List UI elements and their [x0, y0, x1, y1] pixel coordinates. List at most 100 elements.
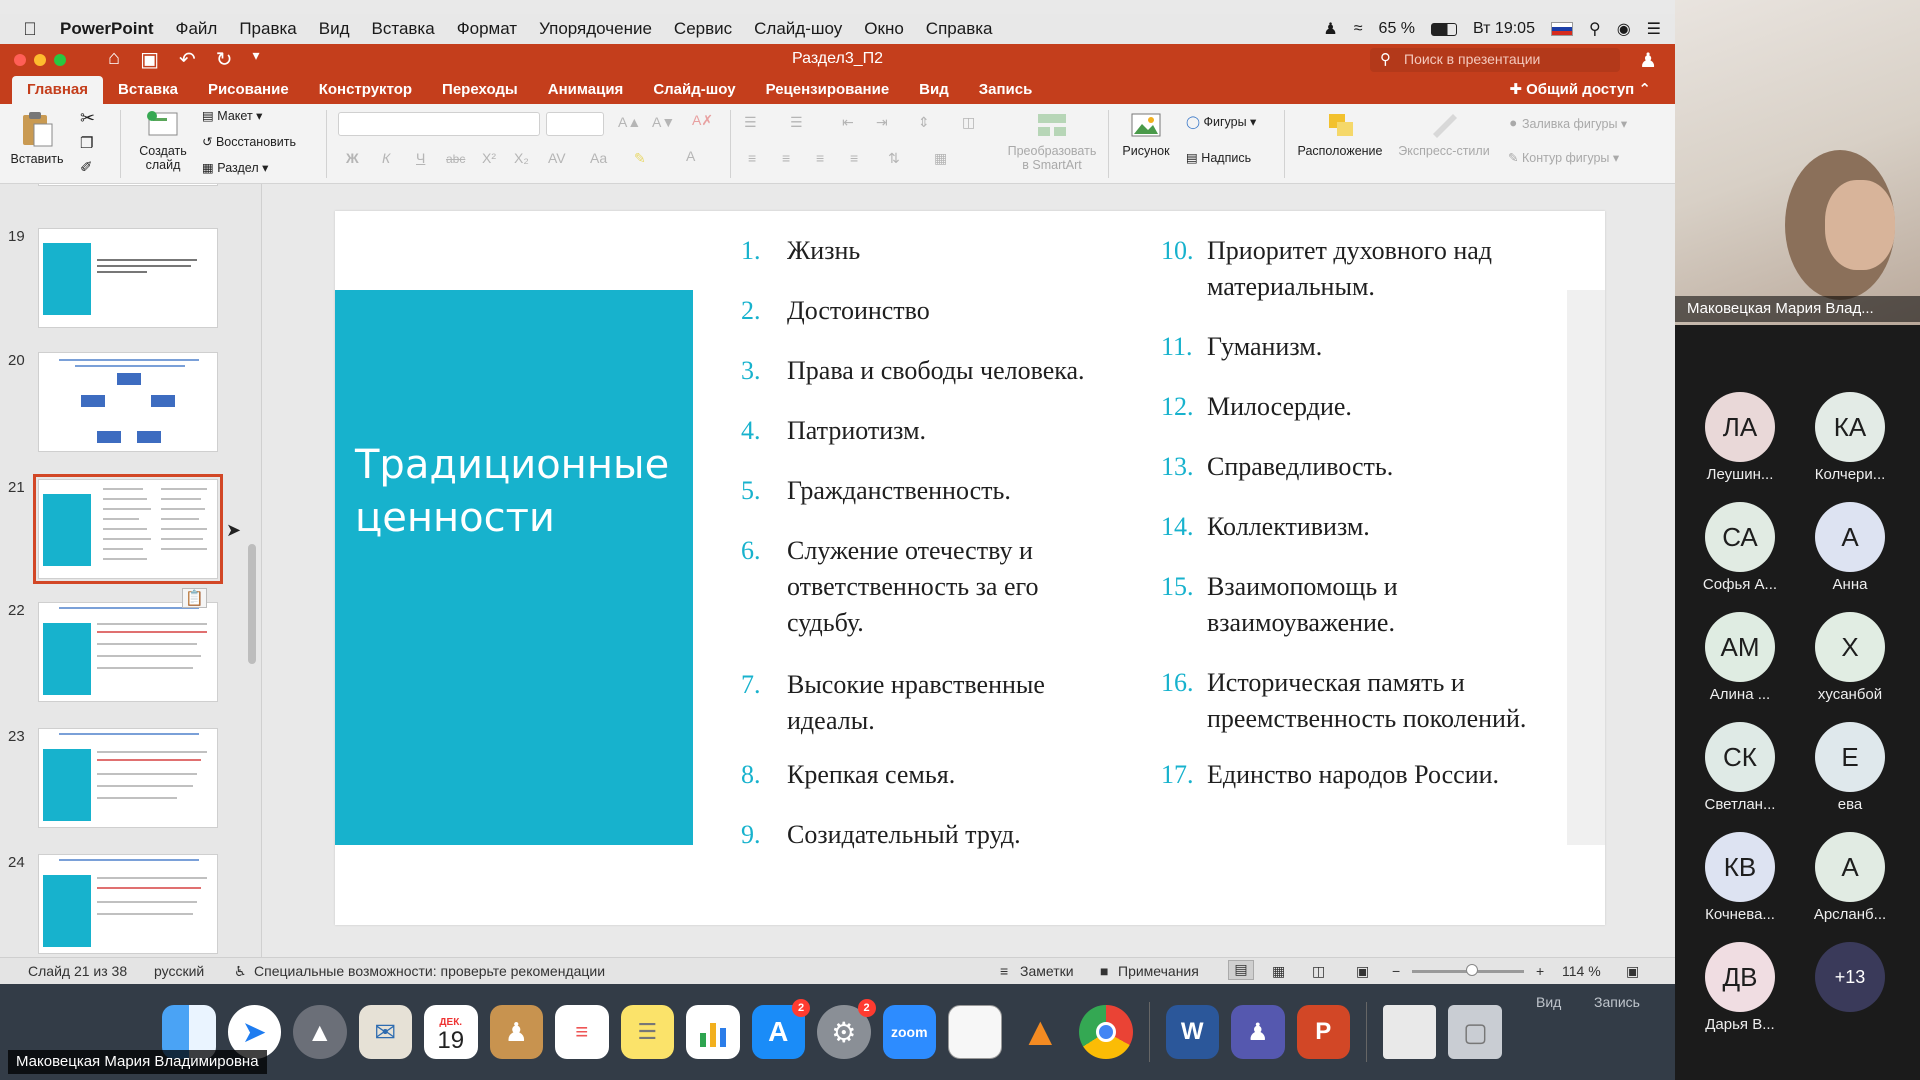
spotlight-search-icon[interactable]: ⚲: [1589, 19, 1601, 39]
menu-insert[interactable]: Вставка: [372, 19, 435, 39]
participant-tile[interactable]: КВ Кочнева...: [1685, 832, 1795, 923]
shape-outline-button[interactable]: ✎ Контур фигуры ▾: [1508, 150, 1619, 165]
tab-animations[interactable]: Анимация: [533, 81, 639, 104]
zoom-in-button[interactable]: +: [1536, 963, 1544, 979]
slide-counter[interactable]: Слайд 21 из 38: [28, 963, 127, 979]
clock[interactable]: Вт 19:05: [1473, 20, 1535, 38]
accessibility-icon[interactable]: ♿: [234, 963, 247, 980]
chrome-icon[interactable]: [1079, 1005, 1133, 1059]
bold-icon[interactable]: Ж: [346, 150, 359, 166]
tab-record[interactable]: Запись: [964, 81, 1048, 104]
menu-tools[interactable]: Сервис: [674, 19, 732, 39]
powerpoint-icon[interactable]: P: [1296, 1005, 1350, 1059]
word-icon[interactable]: W: [1165, 1005, 1219, 1059]
slide-title[interactable]: Традиционные ценности: [355, 439, 685, 545]
accessibility-status[interactable]: Специальные возможности: проверьте реком…: [254, 963, 605, 979]
font-size-select[interactable]: [546, 112, 604, 136]
thumbnail-scrollbar[interactable]: [248, 544, 256, 664]
paste-button[interactable]: Вставить: [8, 110, 66, 166]
picture-button[interactable]: Рисунок: [1118, 110, 1174, 158]
siri-icon[interactable]: ◉: [1617, 19, 1631, 39]
system-preferences-icon[interactable]: ⚙ 2: [817, 999, 876, 1059]
menu-window[interactable]: Окно: [864, 19, 904, 39]
paste-options-icon[interactable]: 📋: [182, 588, 207, 608]
calendar-icon[interactable]: ДЕК. 19: [424, 1005, 478, 1059]
text-direction-icon[interactable]: ⇅: [888, 150, 900, 167]
control-center-icon[interactable]: ☰: [1647, 19, 1661, 39]
menu-file[interactable]: Файл: [176, 19, 218, 39]
participant-tile[interactable]: АМ Алина ...: [1685, 612, 1795, 703]
battery-icon[interactable]: [1431, 22, 1458, 36]
reset-button[interactable]: ↺ Восстановить: [202, 134, 296, 149]
tab-design[interactable]: Конструктор: [304, 81, 427, 104]
slide-sorter-icon[interactable]: ▦: [1272, 963, 1285, 980]
teams-icon[interactable]: ♟: [1231, 1005, 1285, 1059]
line-spacing-icon[interactable]: ⇕: [918, 114, 930, 131]
font-color-icon[interactable]: A: [686, 148, 695, 164]
user-icon[interactable]: ♟: [1323, 19, 1337, 39]
document-icon[interactable]: [948, 1005, 1002, 1059]
bullets-icon[interactable]: ☰: [744, 114, 757, 131]
menu-slideshow[interactable]: Слайд-шоу: [754, 19, 842, 39]
trash-icon[interactable]: ▢: [1448, 1005, 1502, 1059]
copy-icon[interactable]: ❐: [80, 134, 93, 152]
numbers-icon[interactable]: [686, 1005, 740, 1059]
align-text-icon[interactable]: ▦: [934, 150, 947, 167]
zoom-app-icon[interactable]: zoom: [882, 1005, 936, 1059]
participant-tile[interactable]: СК Светлан...: [1685, 722, 1795, 813]
participant-tile[interactable]: А Анна: [1795, 502, 1905, 593]
thumbnail-22[interactable]: [38, 602, 218, 702]
more-participants-button[interactable]: +13: [1795, 942, 1905, 1012]
notes-app-icon[interactable]: ☰: [620, 1005, 674, 1059]
participant-tile[interactable]: Еева: [1795, 722, 1905, 813]
launchpad-icon[interactable]: ▲: [293, 1005, 347, 1059]
comments-button[interactable]: Примечания: [1118, 963, 1199, 979]
thumbnail-20[interactable]: [38, 352, 218, 452]
increase-indent-icon[interactable]: ⇥: [876, 114, 888, 131]
decrease-font-icon[interactable]: A▼: [652, 114, 675, 130]
font-family-select[interactable]: [338, 112, 540, 136]
thumbnail-18[interactable]: [38, 184, 218, 186]
odt-file-icon[interactable]: [1382, 1005, 1437, 1059]
language-indicator[interactable]: русский: [154, 963, 204, 979]
participant-tile[interactable]: ЛА Леушин...: [1685, 392, 1795, 483]
wifi-icon[interactable]: ≈: [1354, 20, 1363, 38]
clear-formatting-icon[interactable]: A✗: [692, 112, 713, 129]
zoom-out-button[interactable]: −: [1392, 963, 1400, 979]
current-slide[interactable]: Традиционные ценности 1. Жизнь 2. Достоинс…: [335, 211, 1605, 925]
participant-tile[interactable]: Ххусанбой: [1795, 612, 1905, 703]
input-language-flag-icon[interactable]: [1550, 22, 1573, 36]
highlight-icon[interactable]: ✎: [634, 150, 646, 167]
menu-arrange[interactable]: Упорядочение: [539, 19, 652, 39]
participant-tile[interactable]: А Арсланб...: [1795, 832, 1905, 923]
tab-insert[interactable]: Вставка: [103, 81, 193, 104]
cut-icon[interactable]: ✂: [80, 108, 95, 129]
tab-draw[interactable]: Рисование: [193, 81, 304, 104]
arrange-button[interactable]: Расположение: [1292, 110, 1388, 158]
fit-to-window-icon[interactable]: ▣: [1626, 963, 1639, 980]
thumbnail-19[interactable]: [38, 228, 218, 328]
thumbnail-23[interactable]: [38, 728, 218, 828]
zoom-slider-handle[interactable]: [1466, 964, 1478, 976]
numbering-icon[interactable]: ☰: [790, 114, 803, 131]
normal-view-icon[interactable]: ▤: [1228, 960, 1254, 980]
superscript-icon[interactable]: X²: [482, 150, 496, 166]
zoom-level[interactable]: 114 %: [1562, 963, 1601, 979]
speaker-video[interactable]: Маковецкая Мария Влад...: [1675, 0, 1920, 325]
participant-tile[interactable]: СА Софья А...: [1685, 502, 1795, 593]
comments-icon[interactable]: ■: [1100, 963, 1108, 979]
columns-icon[interactable]: ◫: [962, 114, 975, 131]
format-painter-icon[interactable]: ✐: [80, 158, 93, 176]
share-person-icon[interactable]: ♟: [1639, 48, 1657, 73]
notes-icon[interactable]: ≡: [1000, 963, 1008, 979]
tab-review[interactable]: Рецензирование: [751, 81, 905, 104]
reading-view-icon[interactable]: ◫: [1312, 963, 1325, 980]
participant-tile[interactable]: КА Колчери...: [1795, 392, 1905, 483]
menu-view[interactable]: Вид: [319, 19, 350, 39]
tab-home[interactable]: Главная: [12, 76, 104, 104]
menu-app-name[interactable]: PowerPoint: [60, 19, 154, 39]
shape-fill-button[interactable]: ⚫ Заливка фигуры ▾: [1508, 116, 1627, 131]
tab-slideshow[interactable]: Слайд-шоу: [638, 81, 750, 104]
align-left-icon[interactable]: ≡: [748, 150, 756, 166]
participant-tile[interactable]: ДВ Дарья В...: [1685, 942, 1795, 1033]
